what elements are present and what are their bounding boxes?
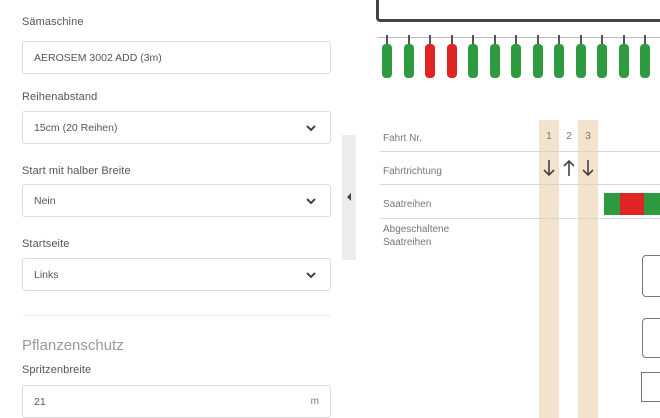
start-side-value: Links bbox=[34, 269, 59, 281]
trip-number-2: 2 bbox=[566, 131, 572, 142]
collapse-panel-button[interactable] bbox=[342, 135, 356, 260]
sprayer-width-unit: m bbox=[310, 396, 319, 407]
disabled-rows-label-2: Saatreihen bbox=[383, 237, 432, 248]
coulter-active bbox=[618, 35, 629, 78]
coulter-active bbox=[554, 35, 564, 78]
coulter-active bbox=[575, 35, 586, 78]
half-width-label: Start mit halber Breite bbox=[22, 165, 131, 177]
coulter-active bbox=[403, 35, 414, 78]
seed-row-active bbox=[644, 193, 660, 215]
seed-rows-label: Saatreihen bbox=[383, 199, 432, 210]
coulter-active bbox=[382, 35, 392, 78]
row-divider bbox=[380, 184, 660, 185]
coulter-active bbox=[468, 35, 478, 78]
machine-label: Sämaschine bbox=[22, 16, 84, 28]
sprayer-width-value: 21 bbox=[34, 396, 46, 408]
half-width-value: Nein bbox=[34, 195, 56, 207]
coulter-bar bbox=[378, 37, 660, 38]
chevron-down-icon bbox=[306, 125, 316, 132]
trip-number-1: 1 bbox=[546, 131, 552, 142]
coulter-active bbox=[597, 35, 607, 78]
coulter-active bbox=[640, 35, 650, 78]
machine-value: AEROSEM 3002 ADD (3m) bbox=[34, 52, 162, 64]
caret-left-icon bbox=[347, 193, 351, 201]
machine-control-box bbox=[642, 318, 660, 358]
start-side-select[interactable]: Links bbox=[22, 258, 331, 291]
plant-protection-title: Pflanzenschutz bbox=[22, 337, 124, 354]
sprayer-width-label: Spritzenbreite bbox=[22, 364, 92, 376]
coulter-active bbox=[532, 35, 543, 78]
row-divider bbox=[380, 218, 660, 219]
coulter-active bbox=[511, 35, 521, 78]
half-width-select[interactable]: Nein bbox=[22, 184, 331, 217]
row-spacing-value: 15cm (20 Reihen) bbox=[34, 122, 118, 134]
row-spacing-label: Reihenabstand bbox=[22, 91, 98, 103]
machine-control-box bbox=[642, 255, 660, 297]
coulter-active bbox=[489, 35, 500, 78]
coulter-disabled bbox=[425, 35, 435, 78]
row-spacing-select[interactable]: 15cm (20 Reihen) bbox=[22, 111, 331, 144]
row-divider bbox=[380, 151, 660, 152]
seeding-visualization: Fahrt Nr. Fahrtrichtung Saatreihen Abges… bbox=[356, 0, 660, 418]
chevron-down-icon bbox=[306, 198, 316, 205]
chevron-down-icon bbox=[306, 272, 316, 279]
start-side-label: Startseite bbox=[22, 238, 70, 250]
sprayer-width-input[interactable]: 21 m bbox=[22, 385, 331, 418]
seed-row-active bbox=[604, 193, 620, 215]
direction-label: Fahrtrichtung bbox=[383, 166, 442, 177]
section-divider bbox=[22, 315, 331, 316]
trip-number-3: 3 bbox=[585, 131, 591, 142]
seed-drill-frame bbox=[376, 0, 660, 22]
machine-icon-frame bbox=[641, 372, 660, 402]
arrow-down-icon bbox=[582, 160, 594, 177]
seed-row-disabled bbox=[620, 193, 644, 215]
arrow-down-icon bbox=[543, 160, 555, 177]
trip-number-label: Fahrt Nr. bbox=[383, 133, 422, 144]
settings-panel: Sämaschine AEROSEM 3002 ADD (3m) Reihena… bbox=[0, 0, 342, 418]
disabled-rows-label: Abgeschaltene bbox=[383, 224, 450, 235]
arrow-up-icon bbox=[563, 159, 575, 176]
machine-field[interactable]: AEROSEM 3002 ADD (3m) bbox=[22, 41, 331, 74]
coulter-disabled bbox=[446, 35, 457, 78]
